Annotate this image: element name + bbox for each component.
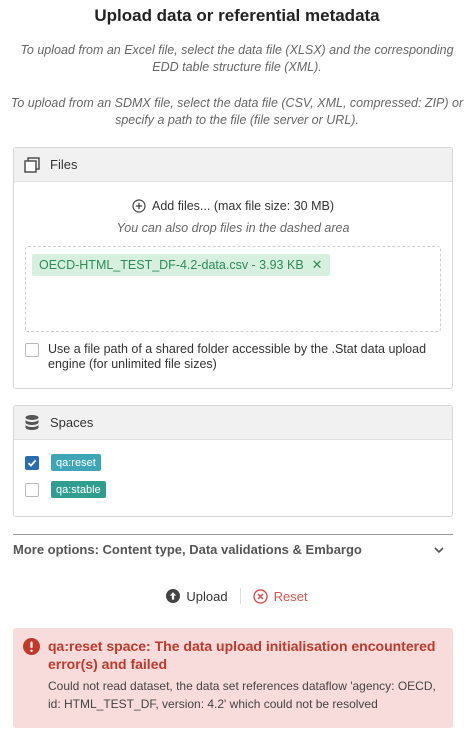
upload-button[interactable]: Upload [166,588,228,604]
space-tag-qa-reset: qa:reset [51,454,101,471]
database-icon [23,414,41,432]
checkmark-icon [27,459,37,467]
upload-label: Upload [186,588,228,604]
uploaded-file-chip: OECD-HTML_TEST_DF-4.2-data.csv - 3.93 KB… [32,254,330,276]
uploaded-file-name: OECD-HTML_TEST_DF-4.2-data.csv - 3.93 KB [39,258,304,272]
add-files-button[interactable]: Add files... (max file size: 30 MB) [14,199,452,213]
spaces-panel-header: Spaces [14,406,452,440]
reset-button[interactable]: Reset [252,588,308,604]
spaces-panel-title: Spaces [50,415,94,430]
upload-icon [166,589,181,603]
drop-hint: You can also drop files in the dashed ar… [116,221,350,235]
action-divider [239,588,241,604]
exclamation-circle-icon [23,638,40,655]
sdmx-hint: To upload from an SDMX file, select the … [10,96,464,127]
files-icon [23,156,41,174]
files-panel-title: Files [50,157,78,172]
page-title: Upload data or referential metadata [94,6,380,25]
spaces-panel: Spaces qa:reset qa:stable [13,405,453,517]
reset-label: Reset [273,588,308,604]
close-icon[interactable]: ✕ [312,257,323,273]
more-options-toggle[interactable]: More options: Content type, Data validat… [13,534,453,564]
plus-circle-icon [132,199,146,213]
space-option-qa-reset[interactable]: qa:reset [25,454,101,471]
file-dropzone[interactable]: OECD-HTML_TEST_DF-4.2-data.csv - 3.93 KB… [25,246,441,332]
shared-folder-option[interactable]: Use a file path of a shared folder acces… [25,342,435,372]
space-tag-qa-stable: qa:stable [51,481,106,498]
more-options-label: More options: Content type, Data validat… [13,542,362,557]
space-option-qa-stable[interactable]: qa:stable [25,481,106,498]
add-files-label: Add files... (max file size: 30 MB) [151,199,334,213]
error-alert-message: Could not read dataset, the data set ref… [48,679,436,711]
files-panel: Files Add files... (max file size: 30 MB… [13,147,453,389]
files-panel-header: Files [14,148,452,182]
space-checkbox-qa-reset[interactable] [25,456,39,470]
reset-icon [252,588,268,604]
action-bar: Upload Reset [0,588,474,604]
error-alert: qa:reset space: The data upload initiali… [13,628,453,728]
excel-hint: To upload from an Excel file, select the… [20,43,454,74]
space-checkbox-qa-stable[interactable] [25,483,39,497]
shared-folder-checkbox[interactable] [25,343,39,357]
error-alert-title: qa:reset space: The data upload initiali… [48,638,436,672]
chevron-down-icon [434,546,444,553]
shared-folder-label: Use a file path of a shared folder acces… [48,342,427,371]
